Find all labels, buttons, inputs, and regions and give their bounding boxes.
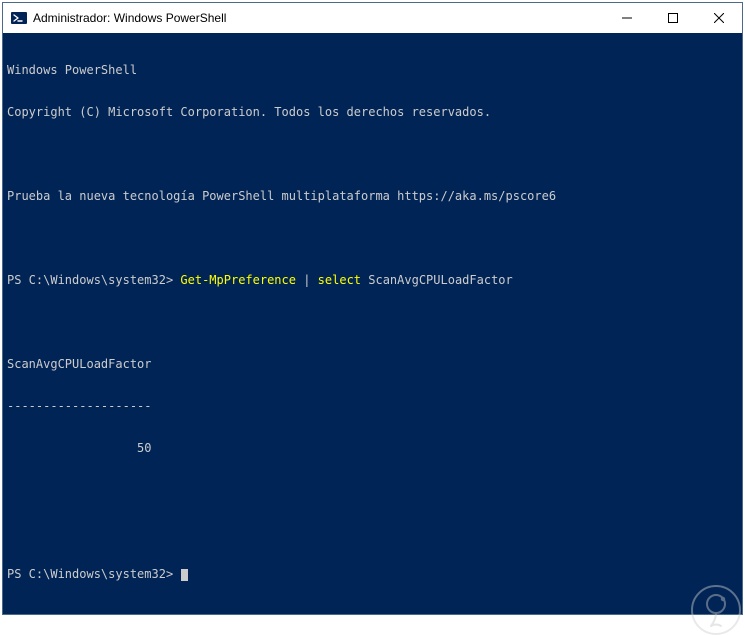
terminal-line: Windows PowerShell [7, 63, 738, 77]
prompt-line: PS C:\Windows\system32> [7, 567, 738, 581]
output-divider: -------------------- [7, 399, 738, 413]
maximize-button[interactable] [650, 3, 696, 33]
prompt: PS C:\Windows\system32> [7, 273, 180, 287]
window-title: Administrador: Windows PowerShell [33, 11, 604, 25]
terminal-blank [7, 231, 738, 245]
terminal-line: Prueba la nueva tecnología PowerShell mu… [7, 189, 738, 203]
output-value: 50 [7, 441, 738, 455]
command-line: PS C:\Windows\system32> Get-MpPreference… [7, 273, 738, 287]
terminal-blank [7, 525, 738, 539]
terminal-line: Copyright (C) Microsoft Corporation. Tod… [7, 105, 738, 119]
titlebar[interactable]: Administrador: Windows PowerShell [3, 3, 742, 33]
command-verb: select [318, 273, 361, 287]
output-header: ScanAvgCPULoadFactor [7, 357, 738, 371]
terminal-blank [7, 147, 738, 161]
close-button[interactable] [696, 3, 742, 33]
window-controls [604, 3, 742, 33]
command-pipe: | [296, 273, 318, 287]
powershell-icon [11, 10, 27, 26]
minimize-button[interactable] [604, 3, 650, 33]
prompt: PS C:\Windows\system32> [7, 567, 180, 581]
terminal-body[interactable]: Windows PowerShell Copyright (C) Microso… [3, 33, 742, 614]
cursor [181, 569, 188, 581]
powershell-window: Administrador: Windows PowerShell Windo [2, 2, 743, 615]
terminal-blank [7, 315, 738, 329]
command-arg: ScanAvgCPULoadFactor [361, 273, 513, 287]
command-cmdlet: Get-MpPreference [180, 273, 296, 287]
terminal-blank [7, 483, 738, 497]
